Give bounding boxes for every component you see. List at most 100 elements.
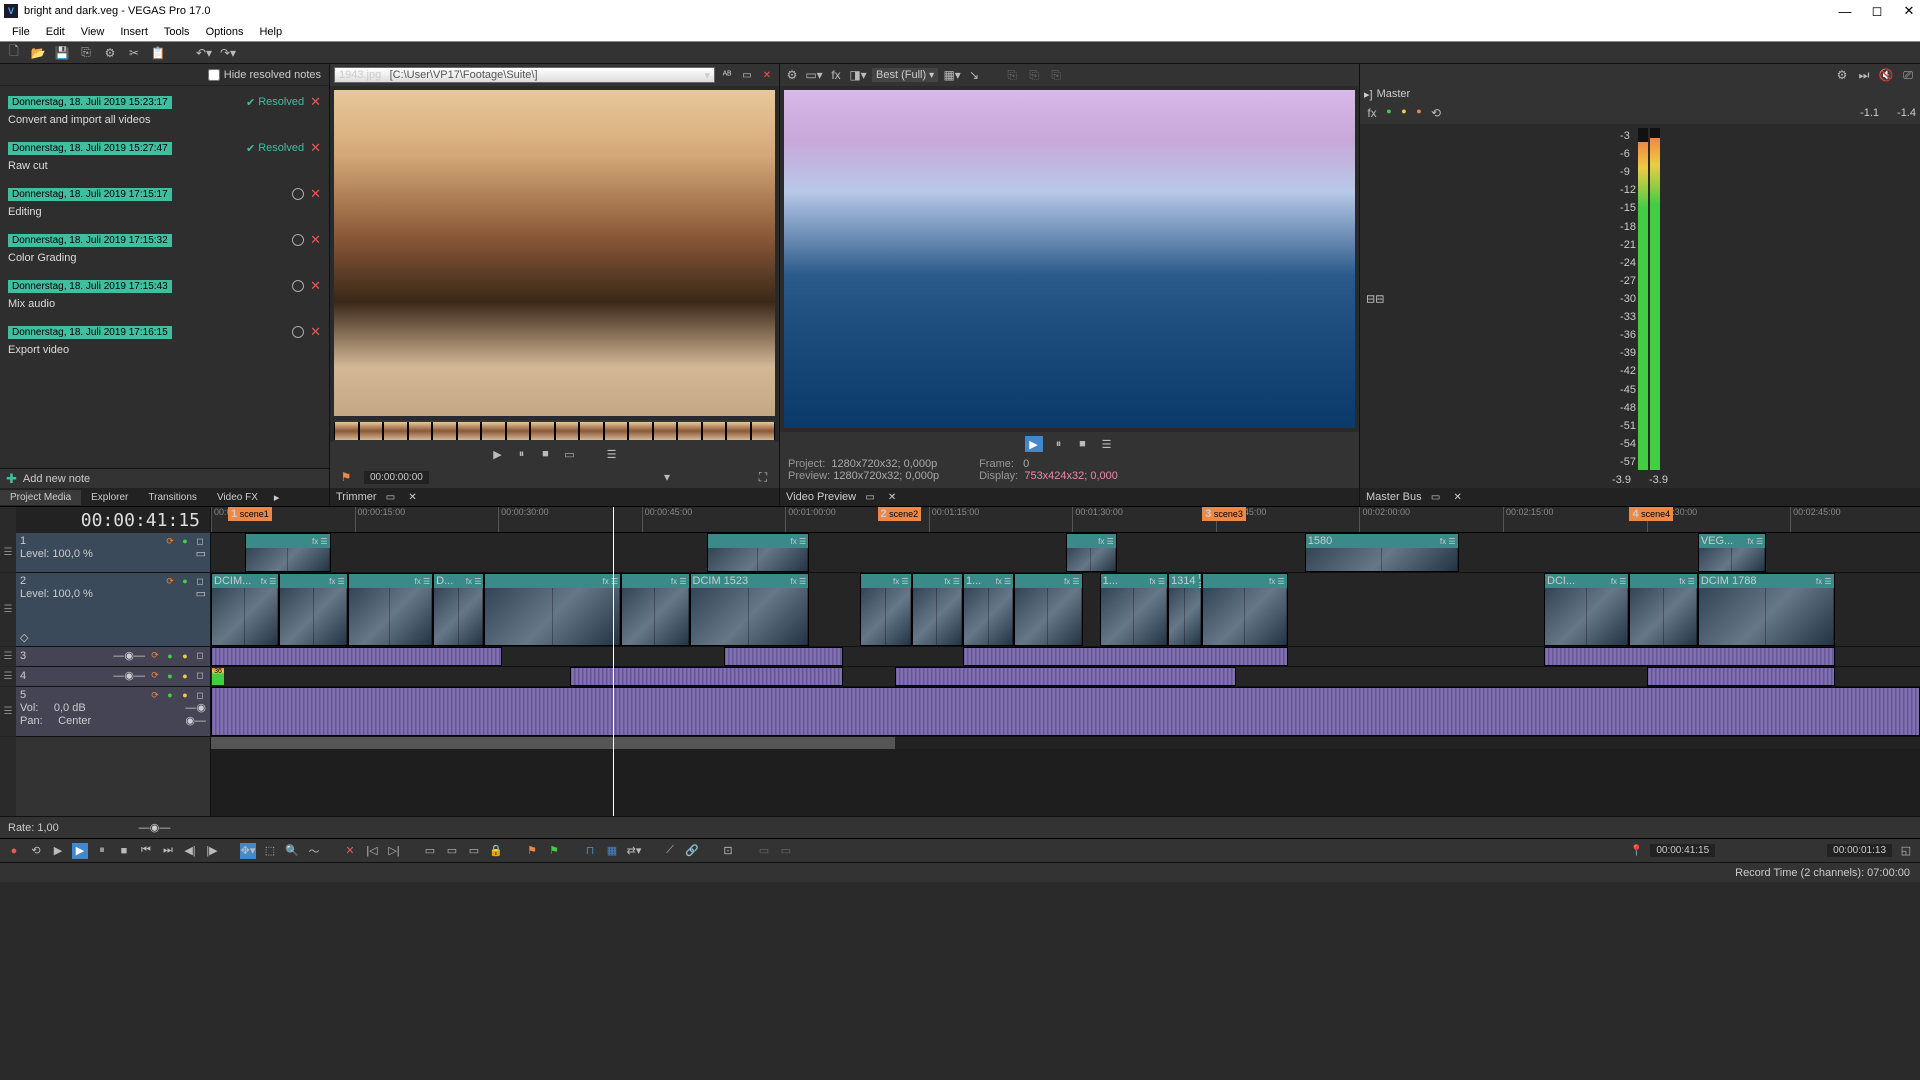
- timeline-scrollbar[interactable]: [211, 737, 1920, 749]
- master-tab-close-icon[interactable]: ✕: [1450, 489, 1466, 505]
- properties-icon[interactable]: ⚙: [102, 45, 118, 61]
- track-header-4[interactable]: 4—◉— ⟳●●◻: [16, 667, 210, 687]
- note-delete-icon[interactable]: ✕: [310, 324, 321, 340]
- preview-viewport[interactable]: [784, 90, 1355, 428]
- play-start-icon[interactable]: ▶: [50, 843, 66, 859]
- bottom-timecode[interactable]: 00:00:41:15: [1650, 844, 1715, 857]
- preview-pause-icon[interactable]: ⏸: [1051, 436, 1067, 452]
- tab-project-media[interactable]: Project Media: [0, 490, 81, 505]
- clip[interactable]: fx ☰: [707, 533, 810, 572]
- note-item[interactable]: Donnerstag, 18. Juli 2019 17:15:43 ✕ Mix…: [0, 274, 329, 320]
- clip[interactable]: fx ☰: [348, 573, 433, 646]
- next-frame-icon[interactable]: |▶: [204, 843, 220, 859]
- lane-icon-4[interactable]: ☰: [0, 667, 16, 687]
- trimmer-pause-icon[interactable]: ⏸: [514, 446, 530, 462]
- new-icon[interactable]: 🗋: [6, 45, 22, 61]
- snap-icon[interactable]: ⊓: [582, 843, 598, 859]
- clip[interactable]: sound2fx ☰: [1647, 667, 1835, 686]
- go-start-icon[interactable]: ⏮: [138, 843, 154, 859]
- trimmer-dock-icon[interactable]: ▭: [739, 67, 755, 83]
- lane-icon-3[interactable]: ☰: [0, 647, 16, 667]
- tool-extra2-icon[interactable]: ▭: [778, 843, 794, 859]
- unresolved-icon[interactable]: [292, 280, 304, 292]
- selection-icon[interactable]: ⬚: [262, 843, 278, 859]
- trimmer-viewport[interactable]: [334, 90, 775, 416]
- clip[interactable]: fx ☰: [1629, 573, 1697, 646]
- preview-tab[interactable]: Video Preview: [786, 491, 856, 503]
- note-delete-icon[interactable]: ✕: [310, 232, 321, 248]
- master-fx-icon[interactable]: fx: [1364, 105, 1380, 121]
- menu-insert[interactable]: Insert: [112, 24, 156, 40]
- preview-play-icon[interactable]: ▶: [1025, 436, 1043, 452]
- spellcheck-icon[interactable]: ᴬᴮ: [719, 67, 735, 83]
- envelope-icon[interactable]: 〜: [306, 843, 322, 859]
- tab-explorer[interactable]: Explorer: [81, 490, 138, 505]
- bus-icon[interactable]: ●: [1398, 105, 1410, 117]
- render-icon[interactable]: ⎘: [78, 45, 94, 61]
- master-tab-dock-icon[interactable]: ▭: [1428, 489, 1444, 505]
- send-icon[interactable]: ●: [1413, 105, 1425, 117]
- cut-icon[interactable]: ✂: [126, 45, 142, 61]
- preview-grid-icon[interactable]: ▦▾: [944, 67, 960, 83]
- note-delete-icon[interactable]: ✕: [310, 140, 321, 156]
- cursor-timecode[interactable]: 00:00:41:15: [16, 507, 210, 533]
- clip[interactable]: fx ☰: [245, 533, 330, 572]
- lane-icon-1[interactable]: ☰: [0, 533, 16, 573]
- preview-settings-icon[interactable]: ⚙: [784, 67, 800, 83]
- preview-snap3-icon[interactable]: ⎘: [1048, 67, 1064, 83]
- note-item[interactable]: Donnerstag, 18. Juli 2019 17:15:32 ✕ Col…: [0, 228, 329, 274]
- trimmer-expand-icon[interactable]: ⛶: [755, 469, 771, 485]
- insert-fx-icon[interactable]: ●: [1383, 105, 1395, 117]
- timeline-marker[interactable]: 1 scene1: [228, 507, 272, 521]
- maximize-icon[interactable]: ◻: [1870, 4, 1884, 18]
- play-icon[interactable]: ▶: [72, 843, 88, 859]
- preview-quality-dropdown[interactable]: Best (Full)▾: [872, 68, 938, 82]
- preview-overlay-icon[interactable]: ↘: [966, 67, 982, 83]
- timeline-marker[interactable]: 4 scene4: [1629, 507, 1673, 521]
- close-icon[interactable]: ✕: [1902, 4, 1916, 18]
- save-icon[interactable]: 💾: [54, 45, 70, 61]
- track-header-3[interactable]: 3—◉— ⟳●●◻: [16, 647, 210, 667]
- clip[interactable]: DCIM 1523fx ☰: [690, 573, 810, 646]
- normal-edit-icon[interactable]: ✥▾: [240, 843, 256, 859]
- track-header-5[interactable]: 5 ⟳●●◻ Vol: 0,0 dB—◉ Pan: Center◉—: [16, 687, 210, 737]
- trimmer-path-input[interactable]: 1943.jpg [C:\User\VP17\Footage\Suite\] ▾: [334, 67, 715, 83]
- clip[interactable]: fx ☰: [860, 573, 911, 646]
- lock-icon[interactable]: 🔒: [488, 843, 504, 859]
- unresolved-icon[interactable]: [292, 188, 304, 200]
- undo-icon[interactable]: ↶▾: [196, 45, 212, 61]
- lane-icon-5[interactable]: ☰: [0, 687, 16, 737]
- preview-ext-icon[interactable]: ▭▾: [806, 67, 822, 83]
- note-item[interactable]: Donnerstag, 18. Juli 2019 17:15:17 ✕ Edi…: [0, 182, 329, 228]
- menu-options[interactable]: Options: [198, 24, 252, 40]
- stop-icon[interactable]: ■: [116, 843, 132, 859]
- trimmer-menu-icon[interactable]: ☰: [604, 446, 620, 462]
- clip[interactable]: songfx ☰: [211, 687, 1920, 736]
- trim-end-icon[interactable]: ▷|: [386, 843, 402, 859]
- tab-video-fx[interactable]: Video FX: [207, 490, 268, 505]
- note-item[interactable]: Donnerstag, 18. Juli 2019 15:23:17 ✔ Res…: [0, 90, 329, 136]
- zoom-fit-icon[interactable]: ◱: [1898, 843, 1914, 859]
- clip[interactable]: fx ☰: [1202, 573, 1287, 646]
- clip[interactable]: sound1fx ☰: [211, 647, 502, 666]
- master-sliders-icon[interactable]: ⎚: [1900, 67, 1916, 83]
- clip[interactable]: fx ☰: [1066, 533, 1117, 572]
- clip[interactable]: fx ☰: [484, 573, 621, 646]
- clip[interactable]: fx ☰: [1014, 573, 1082, 646]
- note-item[interactable]: Donnerstag, 18. Juli 2019 15:27:47 ✔ Res…: [0, 136, 329, 182]
- minimize-icon[interactable]: —: [1838, 4, 1852, 18]
- trimmer-tool-icon[interactable]: ▾: [659, 469, 675, 485]
- trimmer-close-icon[interactable]: ✕: [759, 67, 775, 83]
- note-item[interactable]: Donnerstag, 18. Juli 2019 17:16:15 ✕ Exp…: [0, 320, 329, 366]
- marker-icon[interactable]: ⚑: [524, 843, 540, 859]
- track-header-1[interactable]: 1 ⟳●◻ Level: 100,0 %▭: [16, 533, 210, 573]
- tool-1-icon[interactable]: ▭: [422, 843, 438, 859]
- preview-tab-dock-icon[interactable]: ▭: [862, 489, 878, 505]
- automation-icon[interactable]: ⟲: [1428, 105, 1444, 121]
- ignore-group-icon[interactable]: ⊡: [720, 843, 736, 859]
- clip[interactable]: VEG...fx ☰: [1698, 533, 1766, 572]
- auto-crossfade-icon[interactable]: ⟋: [662, 843, 678, 859]
- preview-fx-icon[interactable]: fx: [828, 67, 844, 83]
- pause-icon[interactable]: ⏸: [94, 843, 110, 859]
- redo-icon[interactable]: ↷▾: [220, 45, 236, 61]
